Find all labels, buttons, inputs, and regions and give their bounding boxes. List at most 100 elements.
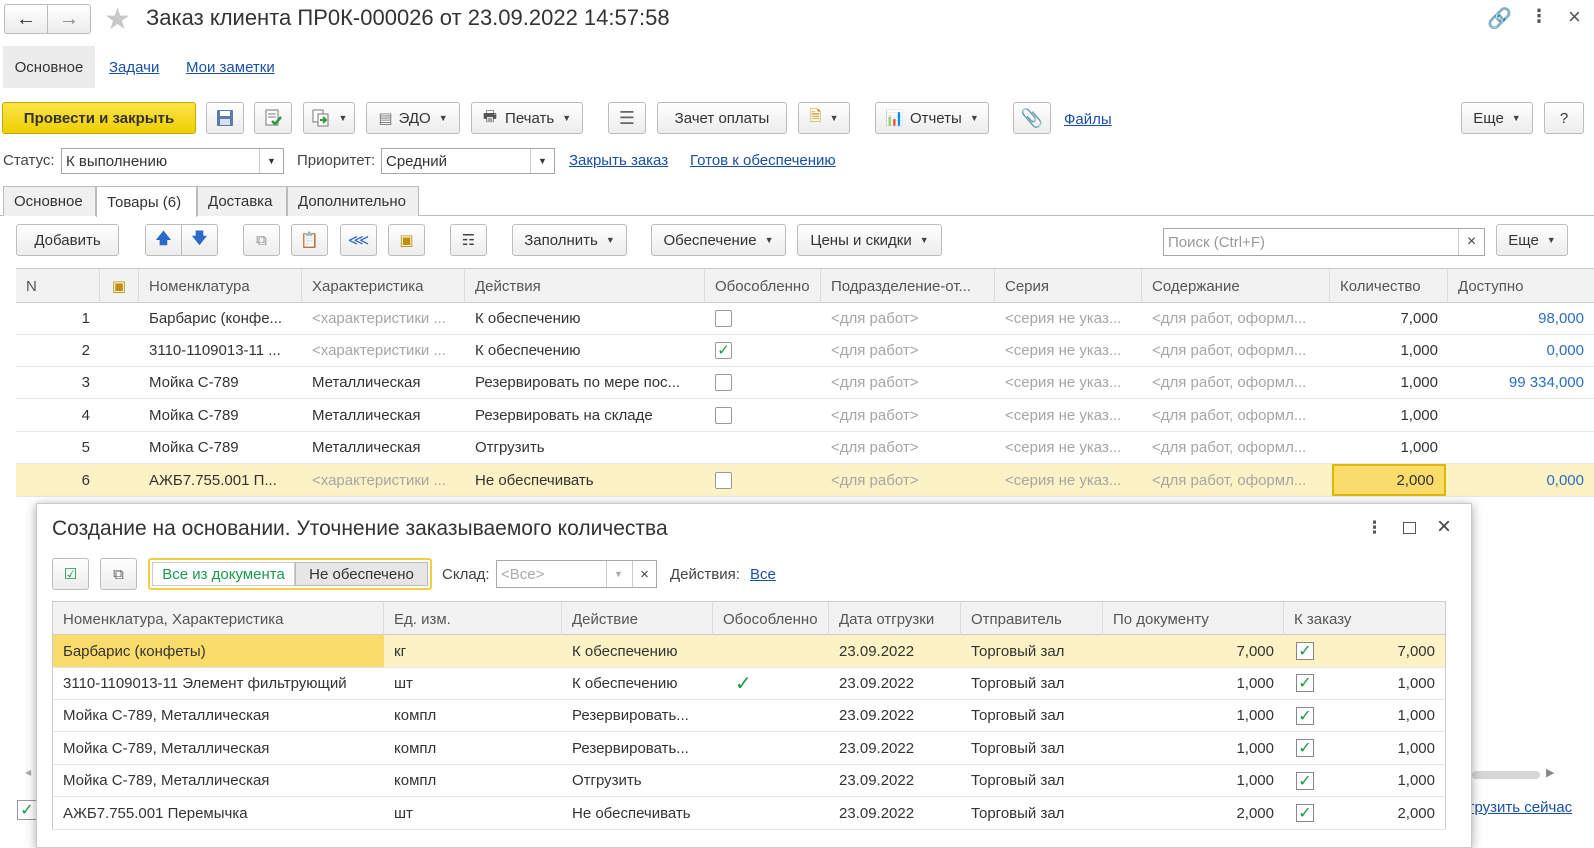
- tab-delivery[interactable]: Доставка: [197, 186, 287, 216]
- cell-content[interactable]: <для работ, оформл...: [1142, 432, 1330, 464]
- dcell-doc-qty[interactable]: 2,000: [1103, 797, 1284, 829]
- copy-row-button[interactable]: ⧉: [243, 224, 280, 256]
- col-content[interactable]: Содержание: [1142, 269, 1330, 303]
- dcell-order-qty[interactable]: 1,000: [1323, 667, 1445, 699]
- dcell-sender[interactable]: Торговый зал: [961, 797, 1103, 829]
- split-button[interactable]: ⋘: [340, 224, 377, 256]
- create-based-on-button[interactable]: ▼: [303, 102, 355, 134]
- cell-content[interactable]: <для работ, оформл...: [1142, 367, 1330, 399]
- dcell-doc-qty[interactable]: 1,000: [1103, 765, 1284, 797]
- dialog-close-icon[interactable]: ×: [1437, 513, 1451, 541]
- dcol-doc-qty[interactable]: По документу: [1103, 602, 1284, 636]
- more-vertical-icon[interactable]: ⋮: [1530, 6, 1548, 27]
- cell-quantity[interactable]: 7,000: [1330, 302, 1448, 334]
- cell-n[interactable]: 4: [16, 399, 100, 431]
- cell-separate[interactable]: [705, 367, 821, 399]
- cell-available[interactable]: [1448, 399, 1594, 431]
- cell-department[interactable]: <для работ>: [821, 432, 995, 464]
- list-button[interactable]: ☰: [608, 102, 646, 134]
- order-checkbox-cell[interactable]: ✓: [1286, 700, 1326, 732]
- move-up-button[interactable]: 🡅: [145, 224, 182, 256]
- dcol-order-qty[interactable]: К заказу: [1284, 602, 1445, 636]
- scroll-right-icon[interactable]: ▶: [1546, 766, 1554, 779]
- cell-n[interactable]: 5: [16, 432, 100, 464]
- cell-item[interactable]: 3110-1109013-11 ...: [139, 334, 302, 366]
- check-all-button[interactable]: ☑: [52, 558, 89, 590]
- goods-row[interactable]: 4 Мойка С-789 Металлическая Резервировать н…: [16, 399, 1594, 432]
- post-and-close-button[interactable]: Провести и закрыть: [2, 102, 196, 134]
- cell-series[interactable]: <серия не указ...: [995, 367, 1142, 399]
- checked-checkbox[interactable]: ✓: [715, 341, 732, 359]
- help-button[interactable]: ?: [1544, 102, 1584, 134]
- clear-warehouse-icon[interactable]: ×: [632, 561, 656, 587]
- dcell-ship-date[interactable]: 23.09.2022: [829, 732, 961, 764]
- nav-tab-notes[interactable]: Мои заметки: [186, 59, 275, 76]
- ready-to-provide-link[interactable]: Готов к обеспечению: [690, 152, 836, 169]
- cell-characteristic[interactable]: Металлическая: [302, 367, 465, 399]
- clear-search-icon[interactable]: ×: [1458, 229, 1484, 255]
- cell-quantity[interactable]: 2,000: [1332, 464, 1446, 496]
- cell-quantity[interactable]: 1,000: [1330, 334, 1448, 366]
- cell-separate[interactable]: [705, 464, 821, 496]
- order-checkbox[interactable]: ✓: [1296, 804, 1314, 822]
- dcell-item[interactable]: Мойка С-789, Металлическая: [53, 765, 384, 797]
- nav-tab-main[interactable]: Основное: [3, 46, 95, 88]
- dcell-order-qty[interactable]: 1,000: [1323, 765, 1445, 797]
- dcell-ship-date[interactable]: 23.09.2022: [829, 635, 961, 667]
- footer-load-now-link[interactable]: грузить сейчас: [1469, 799, 1572, 816]
- cell-series[interactable]: <серия не указ...: [995, 464, 1142, 496]
- dcol-sender[interactable]: Отправитель: [961, 602, 1103, 636]
- dcell-unit[interactable]: компл: [384, 765, 562, 797]
- cell-available[interactable]: 0,000: [1448, 464, 1594, 496]
- dialog-row[interactable]: Барбарис (конфеты) кг К обеспечению 23.09.2…: [52, 635, 1446, 668]
- dcol-item[interactable]: Номенклатура, Характеристика: [53, 602, 384, 636]
- dialog-maximize-icon[interactable]: [1403, 522, 1416, 534]
- cell-content[interactable]: <для работ, оформл...: [1142, 302, 1330, 334]
- order-checkbox-cell[interactable]: ✓: [1286, 797, 1326, 829]
- search-input[interactable]: Поиск (Ctrl+F) ×: [1163, 228, 1485, 256]
- cell-action[interactable]: Не обеспечивать: [465, 464, 705, 496]
- checkbox[interactable]: [715, 471, 732, 489]
- cell-series[interactable]: <серия не указ...: [995, 399, 1142, 431]
- dcol-unit[interactable]: Ед. изм.: [384, 602, 562, 636]
- chevron-down-icon[interactable]: ▼: [606, 561, 630, 587]
- dcell-action[interactable]: Отгрузить: [562, 765, 713, 797]
- order-checkbox-cell[interactable]: ✓: [1286, 635, 1326, 667]
- dcell-doc-qty[interactable]: 7,000: [1103, 635, 1284, 667]
- cell-separate[interactable]: ✓: [705, 334, 821, 366]
- cell-action[interactable]: Отгрузить: [465, 432, 705, 464]
- order-checkbox[interactable]: ✓: [1296, 674, 1314, 693]
- col-series[interactable]: Серия: [995, 269, 1142, 303]
- order-checkbox-cell[interactable]: ✓: [1286, 765, 1326, 797]
- cell-available[interactable]: 0,000: [1448, 334, 1594, 366]
- cell-separate[interactable]: [705, 432, 821, 464]
- cell-quantity[interactable]: 1,000: [1330, 367, 1448, 399]
- goods-more-button[interactable]: Еще ▼: [1496, 224, 1568, 256]
- goods-row[interactable]: 6 АЖБ7.755.001 П... <характеристики ... Не …: [16, 464, 1594, 497]
- dcell-order-qty[interactable]: 2,000: [1323, 797, 1445, 829]
- dcol-separate[interactable]: Обособленно: [713, 602, 829, 636]
- nav-tab-tasks[interactable]: Задачи: [109, 59, 159, 76]
- footer-checkbox[interactable]: ✓: [17, 800, 37, 820]
- order-checkbox-cell[interactable]: ✓: [1286, 667, 1326, 699]
- cell-available[interactable]: 98,000: [1448, 302, 1594, 334]
- save-button[interactable]: [206, 102, 244, 134]
- dcell-order-qty[interactable]: 1,000: [1323, 732, 1445, 764]
- dcell-ship-date[interactable]: 23.09.2022: [829, 700, 961, 732]
- dialog-row[interactable]: Мойка С-789, Металлическая компл Отгрузить…: [52, 764, 1446, 798]
- cell-action[interactable]: Резервировать по мере пос...: [465, 367, 705, 399]
- order-checkbox[interactable]: ✓: [1296, 739, 1314, 758]
- cell-department[interactable]: <для работ>: [821, 334, 995, 366]
- dialog-row[interactable]: Мойка С-789, Металлическая компл Резервиро…: [52, 699, 1446, 733]
- order-checkbox[interactable]: ✓: [1296, 642, 1314, 660]
- provision-button[interactable]: Обеспечение ▼: [651, 224, 786, 256]
- col-actions[interactable]: Действия: [465, 269, 705, 303]
- checkbox[interactable]: [715, 374, 732, 392]
- close-order-link[interactable]: Закрыть заказ: [569, 152, 668, 169]
- dcell-item[interactable]: Мойка С-789, Металлическая: [53, 732, 384, 764]
- tab-main[interactable]: Основное: [3, 186, 96, 216]
- dcell-action[interactable]: К обеспечению: [562, 635, 713, 667]
- cell-series[interactable]: <серия не указ...: [995, 334, 1142, 366]
- add-row-button[interactable]: Добавить: [16, 224, 119, 256]
- attach-button[interactable]: 📎: [1013, 102, 1051, 134]
